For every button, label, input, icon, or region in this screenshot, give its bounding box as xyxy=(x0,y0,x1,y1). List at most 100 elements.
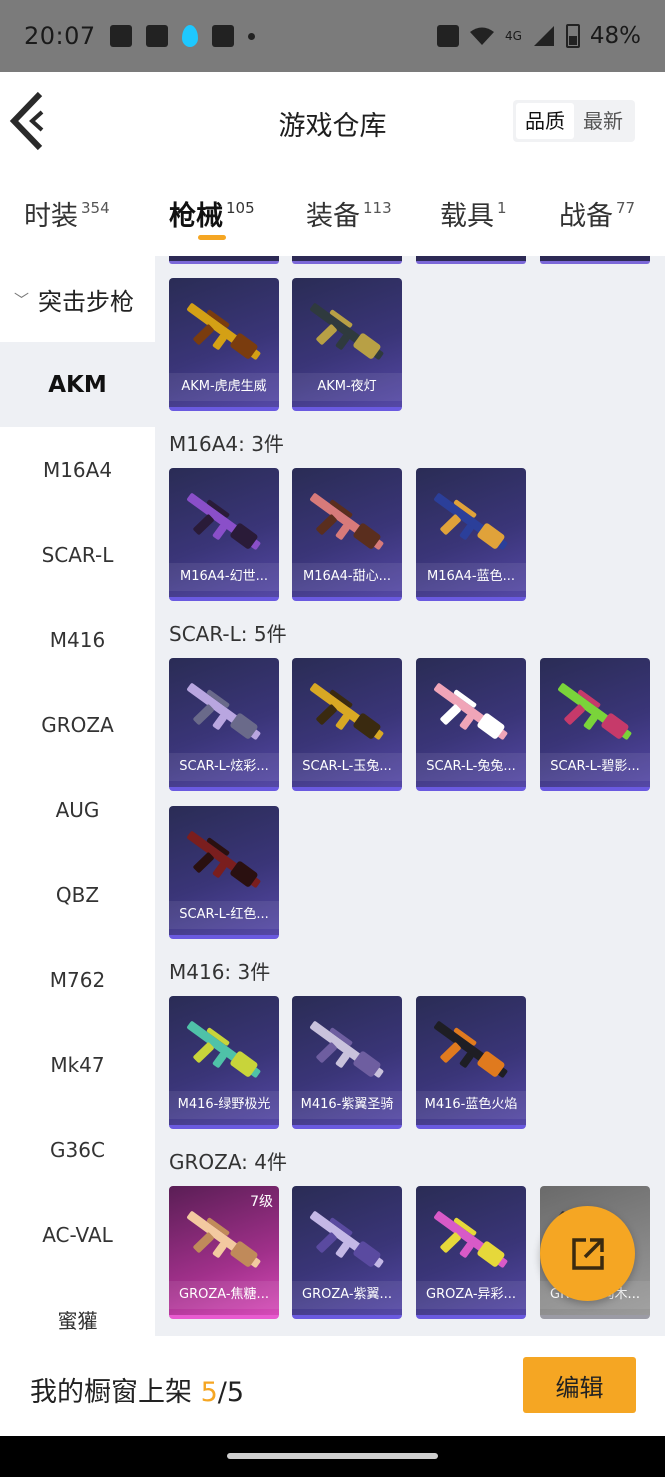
sidebar-item[interactable]: G36C xyxy=(0,1107,155,1192)
mail-icon xyxy=(211,25,234,47)
weapon-skin-image xyxy=(434,683,508,740)
card-stub xyxy=(169,256,279,264)
weapon-skin-image xyxy=(187,1021,261,1078)
category-label: 突击步枪 xyxy=(38,287,135,316)
sort-toggle: 品质 最新 xyxy=(513,100,635,142)
weapon-name: AKM-虎虎生威 xyxy=(169,373,279,401)
weapon-skin-image xyxy=(310,303,384,360)
showcase-bar: 我的橱窗上架 5/5 编辑 xyxy=(0,1336,665,1436)
tab-count: 105 xyxy=(226,199,255,217)
weapon-skin-image xyxy=(187,493,261,550)
card-stub xyxy=(416,256,526,264)
weapon-name: M16A4-甜心... xyxy=(292,563,402,591)
notification-icons xyxy=(109,25,255,47)
weapon-card[interactable]: M16A4-幻世... xyxy=(169,468,279,601)
signal-icon xyxy=(533,26,554,46)
sidebar-item[interactable]: QBZ xyxy=(0,852,155,937)
weapon-skin-image xyxy=(310,493,384,550)
tab-count: 77 xyxy=(616,199,636,217)
tab-label: 枪械 xyxy=(169,201,223,232)
system-icons: 4G 48% xyxy=(436,23,641,49)
share-icon xyxy=(571,1237,604,1270)
tab-supplies[interactable]: 战备 77 xyxy=(559,194,635,233)
sidebar-item[interactable]: AKM xyxy=(0,342,155,427)
share-button[interactable] xyxy=(540,1206,635,1301)
edit-button[interactable]: 编辑 xyxy=(523,1357,636,1413)
sidebar-item[interactable]: M762 xyxy=(0,937,155,1022)
tab-outfits[interactable]: 时装 354 xyxy=(24,194,110,233)
nfc-icon xyxy=(436,25,459,47)
showcase-label: 我的橱窗上架 xyxy=(30,1377,192,1408)
weapon-card[interactable]: GROZA-异彩... xyxy=(416,1186,526,1319)
weapon-card[interactable]: M416-紫翼圣骑 xyxy=(292,996,402,1129)
weapon-card[interactable]: M416-蓝色火焰 xyxy=(416,996,526,1129)
chevron-down-icon: ﹀ xyxy=(14,290,30,309)
weapon-card[interactable]: SCAR-L-炫彩... xyxy=(169,658,279,791)
tab-label: 时装 xyxy=(24,201,78,232)
weapon-skin-image xyxy=(558,683,632,740)
weapon-card[interactable]: SCAR-L-碧影... xyxy=(540,658,650,791)
sidebar-item[interactable]: 蜜獾 xyxy=(0,1277,155,1336)
sidebar-item[interactable]: AUG xyxy=(0,767,155,852)
status-bar: 20:07 4G 48% xyxy=(0,0,665,72)
sidebar-item[interactable]: GROZA xyxy=(0,682,155,767)
sort-quality-option[interactable]: 品质 xyxy=(516,103,574,139)
active-tab-indicator xyxy=(198,235,226,240)
weapon-name: M16A4-幻世... xyxy=(169,563,279,591)
category-tabs: 时装 354 枪械 105 装备 113 载具 1 战备 77 xyxy=(0,172,665,256)
category-assault-rifles[interactable]: ﹀ 突击步枪 xyxy=(0,256,155,342)
sidebar-item[interactable]: M416 xyxy=(0,597,155,682)
showcase-current: 5 xyxy=(200,1377,218,1408)
tab-count: 113 xyxy=(363,199,392,217)
sidebar-item[interactable]: Mk47 xyxy=(0,1022,155,1107)
weapon-card[interactable]: M416-绿野极光 xyxy=(169,996,279,1129)
weapon-sidebar: ﹀ 突击步枪 AKM M16A4 SCAR-L M416 GROZA AUG QBZ M762… xyxy=(0,256,155,1336)
alert-icon xyxy=(145,25,168,47)
status-time: 20:07 xyxy=(24,22,96,50)
weapon-name: SCAR-L-兔兔... xyxy=(416,753,526,781)
section-title: GROZA: 4件 xyxy=(169,1150,287,1174)
tab-weapons[interactable]: 枪械 105 xyxy=(169,194,255,233)
weapon-card[interactable]: SCAR-L-红色... xyxy=(169,806,279,939)
sidebar-item[interactable]: AC-VAL xyxy=(0,1192,155,1277)
wifi-icon xyxy=(469,27,494,45)
weapon-card[interactable]: GROZA-焦糖... 7级 xyxy=(169,1186,279,1319)
sidebar-item[interactable]: M16A4 xyxy=(0,427,155,512)
weapon-skin-image xyxy=(434,1211,508,1268)
weapon-name: SCAR-L-红色... xyxy=(169,901,279,929)
sidebar-item[interactable]: SCAR-L xyxy=(0,512,155,597)
weapon-card[interactable]: SCAR-L-玉兔... xyxy=(292,658,402,791)
more-dot-icon xyxy=(247,32,255,40)
tab-equipment[interactable]: 装备 113 xyxy=(306,194,392,233)
weapon-card[interactable]: AKM-夜灯 xyxy=(292,278,402,411)
weapon-name: GROZA-焦糖... xyxy=(169,1281,279,1309)
weapon-card[interactable]: GROZA-紫翼... xyxy=(292,1186,402,1319)
showcase-status: 我的橱窗上架 5/5 xyxy=(30,1370,244,1409)
weapon-skin-image xyxy=(310,1021,384,1078)
weapon-name: AKM-夜灯 xyxy=(292,373,402,401)
weapon-name: GROZA-异彩... xyxy=(416,1281,526,1309)
weapon-card[interactable]: SCAR-L-兔兔... xyxy=(416,658,526,791)
top-bar: 游戏仓库 品质 最新 xyxy=(0,72,665,172)
tab-label: 载具 xyxy=(440,201,494,232)
sort-latest-option[interactable]: 最新 xyxy=(574,103,632,139)
weapon-card[interactable]: M16A4-蓝色... xyxy=(416,468,526,601)
battery-level: 48% xyxy=(589,23,641,49)
network-type: 4G xyxy=(504,29,522,43)
weapon-card[interactable]: AKM-虎虎生威 xyxy=(169,278,279,411)
weapon-skin-image xyxy=(434,1021,508,1078)
weapon-name: SCAR-L-玉兔... xyxy=(292,753,402,781)
home-handle[interactable] xyxy=(227,1453,438,1459)
showcase-separator: / xyxy=(217,1377,227,1408)
weapon-name: M416-紫翼圣骑 xyxy=(292,1091,402,1119)
weapon-card[interactable]: M16A4-甜心... xyxy=(292,468,402,601)
tab-count: 1 xyxy=(497,199,507,217)
tab-label: 战备 xyxy=(559,201,613,232)
weapon-skin-image xyxy=(310,1211,384,1268)
weapon-skin-image xyxy=(187,683,261,740)
section-title: M16A4: 3件 xyxy=(169,432,284,456)
tab-vehicles[interactable]: 载具 1 xyxy=(440,194,507,233)
battery-icon xyxy=(565,24,580,48)
weapon-name: M416-蓝色火焰 xyxy=(416,1091,526,1119)
weapon-name: SCAR-L-碧影... xyxy=(540,753,650,781)
